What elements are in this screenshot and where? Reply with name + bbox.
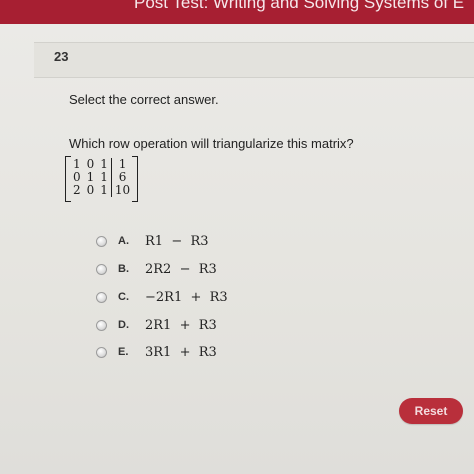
right-bracket bbox=[132, 156, 139, 202]
header-bar: Post Test: Writing and Solving Systems o… bbox=[0, 0, 474, 24]
matrix-augmented-cell: 10 bbox=[110, 184, 134, 197]
option-expression: 2R2 − R3 bbox=[145, 261, 217, 277]
option-letter: A. bbox=[118, 235, 129, 247]
augmented-matrix: 1 0 1 1 0 1 1 6 2 0 1 10 bbox=[65, 156, 139, 202]
option-letter: B. bbox=[118, 263, 129, 275]
radio-button[interactable] bbox=[96, 346, 107, 358]
option-letter: E. bbox=[118, 346, 129, 358]
option-expression: 3R1 + R3 bbox=[145, 344, 217, 360]
answer-option-b[interactable]: B. 2R2 − R3 bbox=[96, 260, 217, 278]
option-expression: R1 − R3 bbox=[145, 233, 209, 249]
radio-button[interactable] bbox=[96, 291, 107, 303]
radio-button[interactable] bbox=[96, 263, 107, 275]
matrix-cell: 2 bbox=[73, 183, 81, 197]
answer-option-e[interactable]: E. 3R1 + R3 bbox=[96, 343, 217, 361]
answer-option-c[interactable]: C. −2R1 + R3 bbox=[96, 288, 228, 306]
left-bracket bbox=[65, 156, 71, 202]
option-letter: D. bbox=[118, 319, 129, 331]
instruction-text: Select the correct answer. bbox=[69, 92, 219, 107]
question-prompt: Which row operation will triangularize t… bbox=[69, 136, 354, 151]
matrix-cell: 1 bbox=[100, 183, 108, 197]
reset-button[interactable]: Reset bbox=[399, 398, 463, 424]
page-title: Post Test: Writing and Solving Systems o… bbox=[134, 0, 465, 12]
matrix-row: 2 0 1 10 bbox=[70, 183, 134, 197]
question-number: 23 bbox=[54, 49, 69, 64]
answer-option-d[interactable]: D. 2R1 + R3 bbox=[96, 316, 217, 334]
radio-button[interactable] bbox=[96, 235, 107, 247]
answer-option-a[interactable]: A. R1 − R3 bbox=[96, 232, 209, 250]
question-number-bar bbox=[34, 42, 474, 78]
option-letter: C. bbox=[118, 291, 129, 303]
matrix-cell: 0 bbox=[86, 183, 95, 197]
option-expression: −2R1 + R3 bbox=[145, 289, 228, 305]
radio-button[interactable] bbox=[96, 319, 107, 331]
option-expression: 2R1 + R3 bbox=[145, 317, 217, 333]
